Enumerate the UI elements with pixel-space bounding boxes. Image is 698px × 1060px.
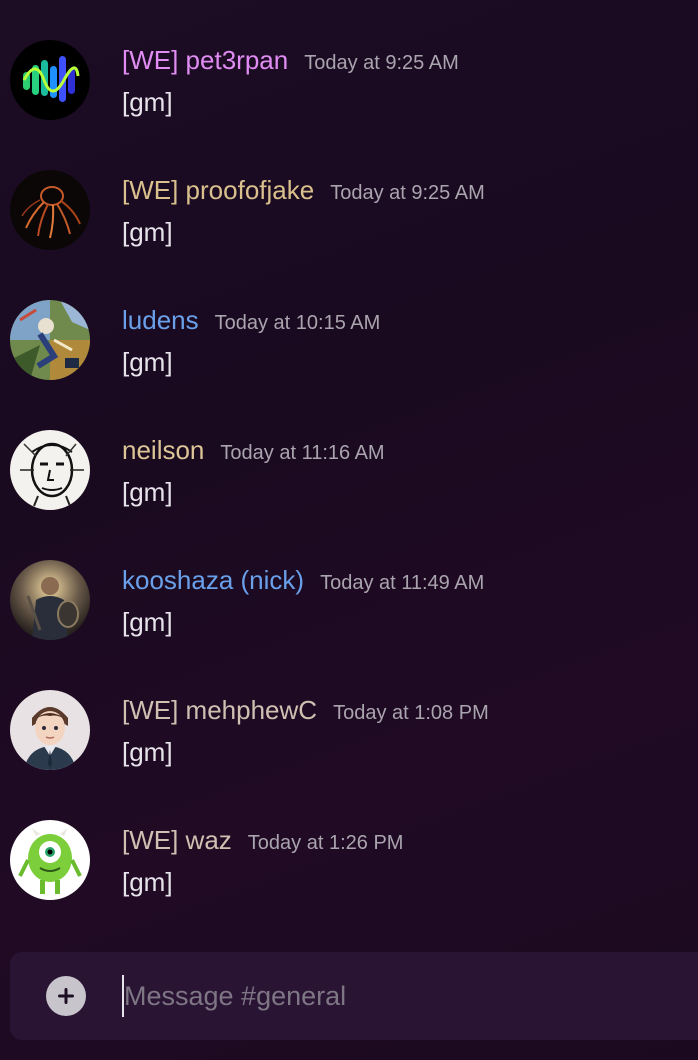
username[interactable]: [WE] pet3rpan <box>122 42 288 78</box>
message-header: neilson Today at 11:16 AM <box>122 432 385 468</box>
message-input[interactable] <box>124 972 684 1020</box>
message-item: ludens Today at 10:15 AM [gm] <box>0 300 698 412</box>
warrior-avatar-image <box>10 560 90 640</box>
timestamp: Today at 9:25 AM <box>304 52 459 74</box>
message-content: [gm] <box>122 607 173 637</box>
username[interactable]: [WE] proofofjake <box>122 172 314 208</box>
timestamp: Today at 1:08 PM <box>333 702 489 724</box>
message-content: [gm] <box>122 867 173 897</box>
message-content: [gm] <box>122 737 173 767</box>
avatar[interactable] <box>10 560 90 640</box>
message-item: neilson Today at 11:16 AM [gm] <box>0 430 698 542</box>
avatar[interactable] <box>10 690 90 770</box>
username[interactable]: ludens <box>122 302 199 338</box>
avatar[interactable] <box>10 40 90 120</box>
message-header: [WE] pet3rpan Today at 9:25 AM <box>122 42 459 78</box>
avatar[interactable] <box>10 300 90 380</box>
message-content: [gm] <box>122 217 173 247</box>
message-item: [WE] proofofjake Today at 9:25 AM [gm] <box>0 170 698 282</box>
username[interactable]: neilson <box>122 432 204 468</box>
green-monster-avatar-image <box>10 820 90 900</box>
message-item: [WE] mehphewC Today at 1:08 PM [gm] <box>0 690 698 802</box>
username[interactable]: [WE] waz <box>122 822 232 858</box>
message-header: [WE] waz Today at 1:26 PM <box>122 822 403 858</box>
anime-portrait-avatar-image <box>10 690 90 770</box>
message-header: ludens Today at 10:15 AM <box>122 302 380 338</box>
message-content: [gm] <box>122 347 173 377</box>
waveform-avatar-image <box>10 40 90 120</box>
message-header: kooshaza (nick) Today at 11:49 AM <box>122 562 484 598</box>
timestamp: Today at 10:15 AM <box>214 312 381 334</box>
timestamp: Today at 11:16 AM <box>220 442 385 464</box>
message-header: [WE] proofofjake Today at 9:25 AM <box>122 172 485 208</box>
add-attachment-button[interactable] <box>46 976 86 1016</box>
painting-avatar-image <box>10 300 90 380</box>
message-item: [WE] pet3rpan Today at 9:25 AM [gm] <box>0 40 698 152</box>
message-item: kooshaza (nick) Today at 11:49 AM [gm] <box>0 560 698 672</box>
message-content: [gm] <box>122 87 173 117</box>
avatar[interactable] <box>10 430 90 510</box>
message-item: [WE] waz Today at 1:26 PM [gm] <box>0 820 698 932</box>
plus-circle-icon <box>58 988 74 1004</box>
avatar[interactable] <box>10 170 90 250</box>
timestamp: Today at 11:49 AM <box>320 572 485 594</box>
message-content: [gm] <box>122 477 173 507</box>
message-composer <box>10 952 698 1040</box>
avatar[interactable] <box>10 820 90 900</box>
username[interactable]: kooshaza (nick) <box>122 562 304 598</box>
timestamp: Today at 1:26 PM <box>247 832 404 854</box>
message-header: [WE] mehphewC Today at 1:08 PM <box>122 692 489 728</box>
timestamp: Today at 9:25 AM <box>330 182 485 204</box>
octopus-avatar-image <box>10 170 90 250</box>
sketch-face-avatar-image <box>10 430 90 510</box>
username[interactable]: [WE] mehphewC <box>122 692 317 728</box>
